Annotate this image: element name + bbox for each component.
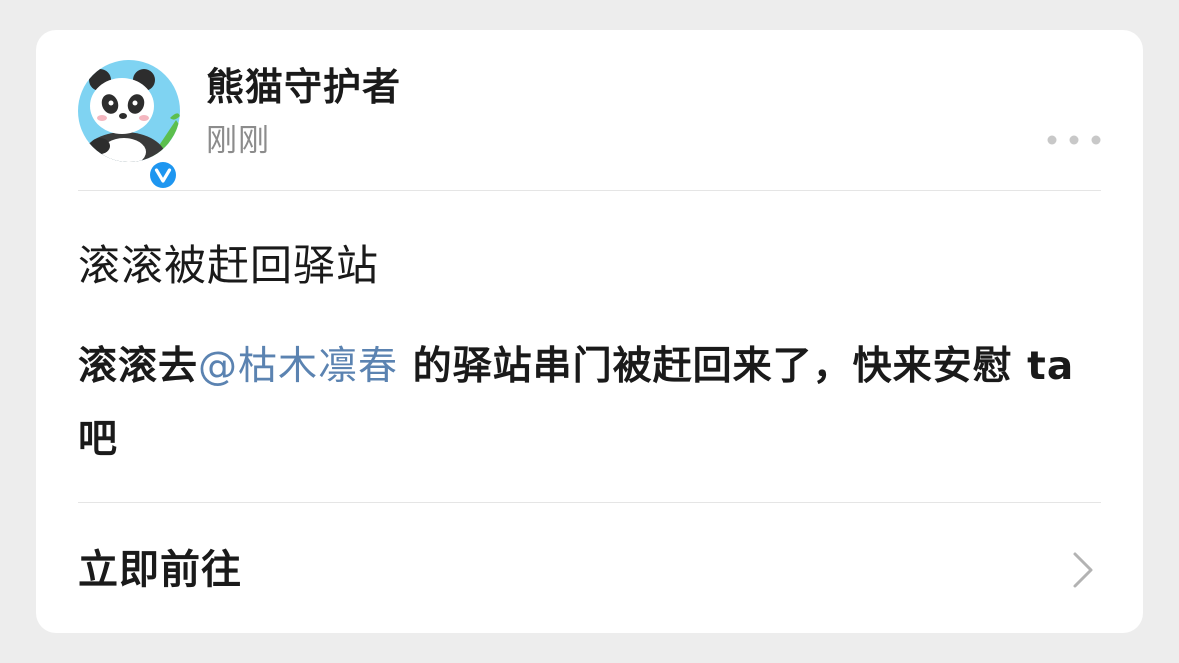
author-name[interactable]: 熊猫守护者 [206, 60, 401, 114]
header-text: 熊猫守护者 刚刚 [206, 60, 401, 164]
user-mention-link[interactable]: @枯木凛春 [198, 344, 398, 389]
go-now-button[interactable]: 立即前往 [78, 534, 1101, 606]
more-dots-icon[interactable] [1047, 132, 1101, 148]
verified-badge-icon [147, 159, 179, 191]
post-title: 滚滚被赶回驿站 [78, 241, 380, 290]
panda-avatar-icon [78, 60, 180, 162]
post-timestamp: 刚刚 [206, 123, 270, 159]
chevron-right-icon [1073, 552, 1093, 588]
header-divider [78, 190, 1101, 191]
action-divider [78, 502, 1101, 503]
notification-card: 熊猫守护者 刚刚 滚滚被赶回驿站 滚滚去@枯木凛春 的驿站串门被赶回来了，快来安… [36, 30, 1143, 633]
post-body: 滚滚去@枯木凛春 的驿站串门被赶回来了，快来安慰 ta 吧 [78, 330, 1088, 476]
post-header: 熊猫守护者 刚刚 [78, 60, 1101, 191]
go-now-label: 立即前往 [78, 547, 242, 593]
body-prefix: 滚滚去 [78, 344, 199, 389]
avatar[interactable] [78, 60, 180, 191]
